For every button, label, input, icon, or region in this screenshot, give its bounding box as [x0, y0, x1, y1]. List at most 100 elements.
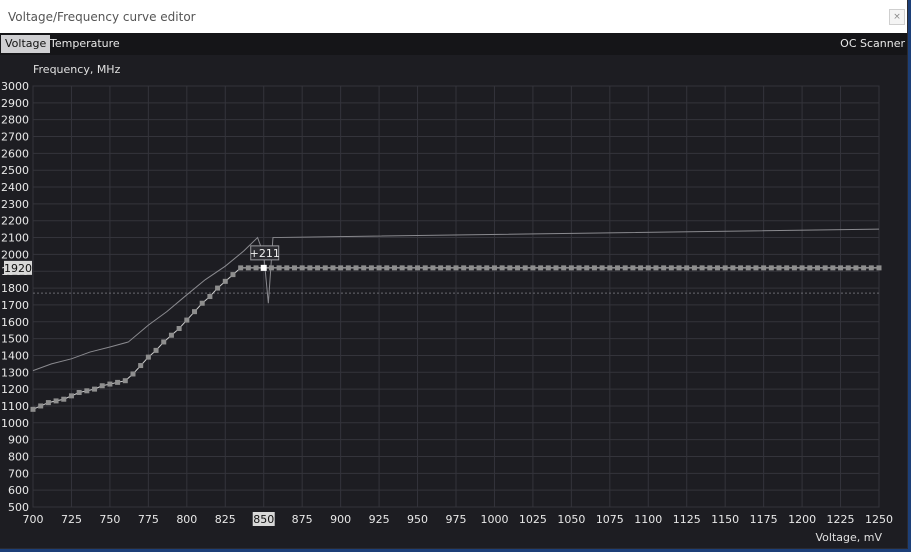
curve-point[interactable] — [491, 265, 497, 271]
curve-point[interactable] — [76, 389, 82, 395]
curve-point[interactable] — [530, 265, 536, 271]
curve-point[interactable] — [638, 265, 644, 271]
curve-point[interactable] — [768, 265, 774, 271]
curve-point[interactable] — [499, 265, 505, 271]
curve-point[interactable] — [538, 265, 544, 271]
curve-point[interactable] — [322, 265, 328, 271]
curve-point[interactable] — [784, 265, 790, 271]
curve-point[interactable] — [714, 265, 720, 271]
curve-point[interactable] — [438, 265, 444, 271]
curve-point[interactable] — [391, 265, 397, 271]
curve-point[interactable] — [691, 265, 697, 271]
curve-point[interactable] — [853, 265, 859, 271]
curve-point[interactable] — [745, 265, 751, 271]
curve-point[interactable] — [192, 309, 198, 315]
curve-point[interactable] — [684, 265, 690, 271]
curve-point[interactable] — [553, 265, 559, 271]
curve-point[interactable] — [268, 265, 274, 271]
curve-point[interactable] — [130, 371, 136, 377]
curve-point[interactable] — [615, 265, 621, 271]
curve-point[interactable] — [176, 325, 182, 331]
curve-point[interactable] — [415, 265, 421, 271]
curve-point[interactable] — [630, 265, 636, 271]
curve-point[interactable] — [722, 265, 728, 271]
curve-point[interactable] — [253, 265, 259, 271]
curve-point[interactable] — [345, 265, 351, 271]
curve-point[interactable] — [676, 265, 682, 271]
curve-point[interactable] — [315, 265, 321, 271]
curve-point[interactable] — [399, 265, 405, 271]
curve-point[interactable] — [368, 265, 374, 271]
curve-point[interactable] — [207, 294, 213, 299]
curve-point[interactable] — [791, 265, 797, 271]
curve-point[interactable] — [299, 265, 305, 271]
curve-point[interactable] — [545, 265, 551, 271]
curve-point[interactable] — [407, 265, 413, 271]
close-button[interactable]: × — [889, 9, 905, 25]
curve-point[interactable] — [68, 393, 74, 399]
curve-point[interactable] — [161, 339, 167, 345]
curve-point[interactable] — [668, 265, 674, 271]
curve-point[interactable] — [30, 406, 36, 412]
curve-point[interactable] — [38, 403, 44, 409]
curve-point[interactable] — [730, 265, 736, 271]
curve-point[interactable] — [45, 400, 51, 406]
curve-point[interactable] — [645, 265, 651, 271]
curve-point[interactable] — [468, 265, 474, 271]
curve-point[interactable] — [184, 317, 190, 323]
curve-point[interactable] — [361, 265, 367, 271]
tab-temperature[interactable]: Temperature — [46, 35, 124, 53]
curve-point[interactable] — [245, 265, 251, 271]
curve-point[interactable] — [199, 300, 205, 306]
curve-point[interactable] — [876, 265, 882, 271]
curve-point[interactable] — [507, 265, 513, 271]
curve-point[interactable] — [153, 347, 159, 353]
curve-point[interactable] — [776, 265, 782, 271]
curve-point[interactable] — [830, 265, 836, 271]
curve-point[interactable] — [761, 265, 767, 271]
curve-point[interactable] — [515, 265, 521, 271]
curve-point[interactable] — [307, 265, 313, 271]
curve-point[interactable] — [653, 265, 659, 271]
curve-point[interactable] — [484, 265, 490, 271]
curve-point[interactable] — [753, 265, 759, 271]
curve-point[interactable] — [453, 265, 459, 271]
curve-point[interactable] — [861, 265, 867, 271]
curve-point[interactable] — [707, 265, 713, 271]
curve-point[interactable] — [814, 265, 820, 271]
curve-point[interactable] — [568, 265, 574, 271]
curve-point[interactable] — [422, 265, 428, 271]
curve-point[interactable] — [92, 386, 98, 392]
curve-point[interactable] — [276, 265, 282, 271]
curve-point[interactable] — [476, 265, 482, 271]
curve-point[interactable] — [591, 265, 597, 271]
curve-point[interactable] — [138, 363, 144, 369]
curve-point[interactable] — [84, 388, 90, 394]
curve-point[interactable] — [799, 265, 805, 271]
curve-point[interactable] — [845, 265, 851, 271]
curve-point[interactable] — [353, 265, 359, 271]
curve-point[interactable] — [384, 265, 390, 271]
curve-point[interactable] — [330, 265, 336, 271]
curve-point[interactable] — [145, 354, 151, 360]
vf-curve-chart[interactable]: Frequency, MHz Voltage, mV 5006007008009… — [0, 55, 907, 548]
curve-point[interactable] — [122, 378, 128, 384]
curve-point[interactable] — [222, 278, 228, 284]
curve-point[interactable] — [868, 265, 874, 271]
curve-point[interactable] — [61, 396, 67, 402]
curve-point[interactable] — [53, 398, 59, 404]
curve-point[interactable] — [622, 265, 628, 271]
selected-curve-point[interactable] — [260, 264, 267, 271]
curve-point[interactable] — [238, 265, 244, 271]
curve-point[interactable] — [230, 272, 236, 278]
curve-point[interactable] — [430, 265, 436, 271]
curve-point[interactable] — [661, 265, 667, 271]
curve-point[interactable] — [99, 383, 105, 389]
curve-point[interactable] — [822, 265, 828, 271]
curve-point[interactable] — [376, 265, 382, 271]
curve-point[interactable] — [291, 265, 297, 271]
curve-point[interactable] — [107, 381, 113, 387]
curve-point[interactable] — [338, 265, 344, 271]
curve-point[interactable] — [699, 265, 705, 271]
curve-point[interactable] — [576, 265, 582, 271]
